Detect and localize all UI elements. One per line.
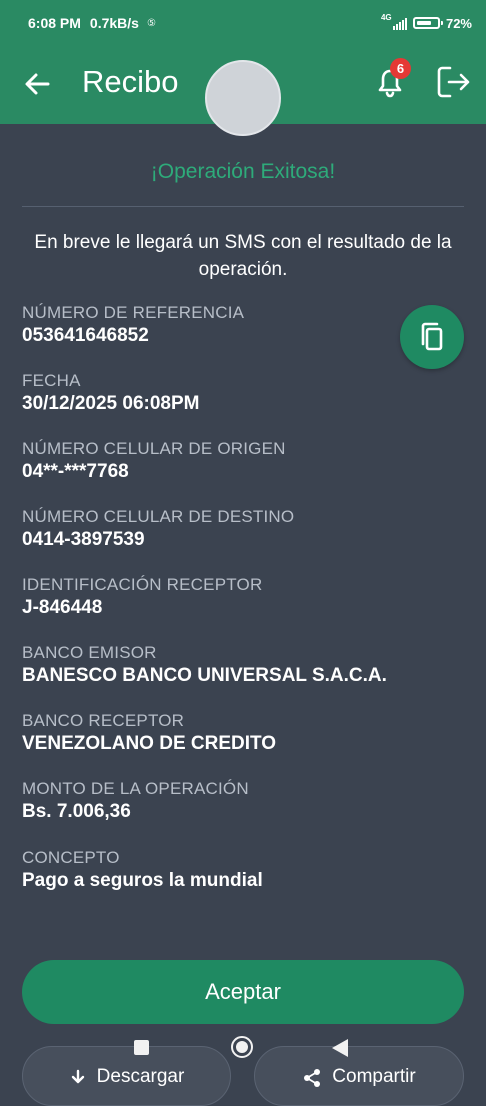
- share-icon: [304, 1069, 321, 1087]
- field-amount: MONTO DE LA OPERACIÓN Bs. 7.006,36: [22, 778, 402, 824]
- field-label: IDENTIFICACIÓN RECEPTOR: [22, 575, 263, 594]
- field-label: NÚMERO CELULAR DE ORIGEN: [22, 439, 286, 458]
- field-receiver-id: IDENTIFICACIÓN RECEPTOR J-846448: [22, 574, 402, 620]
- success-avatar: [205, 60, 281, 136]
- field-label: FECHA: [22, 371, 81, 390]
- copy-reference-button[interactable]: [400, 305, 464, 369]
- field-label: BANCO EMISOR: [22, 643, 157, 662]
- field-receiver-bank: BANCO RECEPTOR VENEZOLANO DE CREDITO: [22, 710, 402, 756]
- field-date: FECHA 30/12/2025 06:08PM: [22, 370, 402, 416]
- field-label: NÚMERO DE REFERENCIA: [22, 303, 245, 322]
- field-value: 053641646852: [22, 325, 149, 346]
- recent-apps-button[interactable]: [134, 1040, 149, 1055]
- home-button[interactable]: [231, 1036, 253, 1058]
- network-type-label: 4G: [380, 13, 392, 22]
- accept-button[interactable]: Aceptar: [22, 960, 464, 1024]
- logout-button[interactable]: [434, 62, 474, 102]
- field-value: J-846448: [22, 597, 103, 618]
- field-destination-phone: NÚMERO CELULAR DE DESTINO 0414-3897539: [22, 506, 402, 552]
- arrow-left-icon: [25, 73, 50, 95]
- field-value: 04**-***7768: [22, 461, 129, 482]
- download-icon: [71, 1069, 84, 1084]
- success-title: ¡Operación Exitosa!: [150, 160, 336, 183]
- system-back-button[interactable]: [332, 1039, 348, 1057]
- field-reference: NÚMERO DE REFERENCIA 053641646852: [22, 302, 402, 348]
- field-value: 0414-3897539: [22, 529, 145, 550]
- page-title: Recibo: [82, 64, 179, 99]
- field-label: NÚMERO CELULAR DE DESTINO: [22, 507, 295, 526]
- divider: [22, 206, 464, 207]
- status-time: 6:08 PM: [28, 15, 81, 31]
- field-value: BANESCO BANCO UNIVERSAL S.A.C.A.: [22, 665, 387, 686]
- status-bar: 6:08 PM 0.7kB/s ⑤ 4G 72%: [0, 0, 486, 46]
- field-label: BANCO RECEPTOR: [22, 711, 185, 730]
- sim-icon: ⑤: [146, 17, 156, 29]
- signal-icon: 4G: [380, 13, 407, 32]
- back-button[interactable]: [20, 66, 56, 102]
- field-label: MONTO DE LA OPERACIÓN: [22, 779, 249, 798]
- copy-icon: [421, 322, 443, 351]
- field-value: Bs. 7.006,36: [22, 801, 131, 822]
- field-value: Pago a seguros la mundial: [22, 870, 263, 891]
- share-button[interactable]: Compartir: [254, 1046, 464, 1106]
- notification-badge: 6: [390, 58, 411, 79]
- download-label: Descargar: [96, 1066, 185, 1087]
- battery-icon: [412, 17, 443, 29]
- battery-level-fill: [416, 21, 431, 25]
- field-concept: CONCEPTO Pago a seguros la mundial: [22, 847, 402, 893]
- download-button[interactable]: Descargar: [22, 1046, 231, 1106]
- status-indicators: 4G 72%: [381, 0, 472, 46]
- status-network-speed: 0.7kB/s: [89, 15, 139, 31]
- field-label: CONCEPTO: [22, 848, 120, 867]
- battery-percentage: 72%: [445, 15, 472, 31]
- share-label: Compartir: [332, 1066, 416, 1087]
- field-sender-bank: BANCO EMISOR BANESCO BANCO UNIVERSAL S.A…: [22, 642, 402, 688]
- field-value: 30/12/2025 06:08PM: [22, 393, 200, 414]
- field-value: VENEZOLANO DE CREDITO: [22, 733, 277, 754]
- sms-message: En breve le llegará un SMS con el result…: [34, 232, 452, 280]
- logout-icon: [437, 66, 470, 98]
- field-origin-phone: NÚMERO CELULAR DE ORIGEN 04**-***7768: [22, 438, 402, 484]
